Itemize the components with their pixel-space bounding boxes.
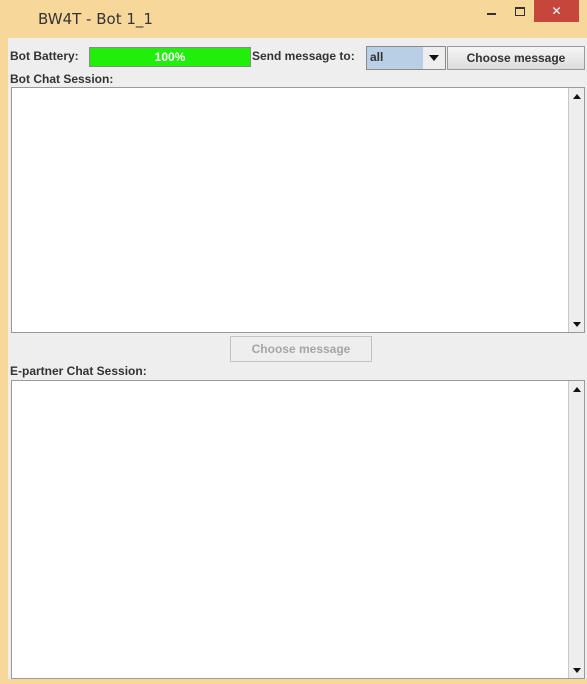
battery-progress-bar: 100% bbox=[89, 47, 251, 67]
scroll-down-button[interactable] bbox=[569, 662, 584, 678]
minimize-button[interactable] bbox=[478, 0, 505, 22]
battery-value: 100% bbox=[154, 50, 186, 64]
close-icon: ✕ bbox=[551, 4, 562, 18]
epartner-chat-textarea[interactable] bbox=[11, 380, 585, 679]
close-button[interactable]: ✕ bbox=[534, 0, 579, 22]
bot-chat-textarea[interactable] bbox=[11, 87, 585, 333]
scroll-up-button[interactable] bbox=[569, 88, 584, 104]
bot-chat-label: Bot Chat Session: bbox=[10, 72, 114, 86]
toolbar: Bot Battery: 100% Send message to: all C… bbox=[8, 43, 587, 70]
scroll-down-button[interactable] bbox=[569, 316, 584, 332]
window-title: BW4T - Bot 1_1 bbox=[38, 10, 153, 28]
maximize-icon bbox=[514, 6, 525, 16]
choose-message-button[interactable]: Choose message bbox=[447, 46, 585, 70]
minimize-icon bbox=[487, 13, 496, 15]
app-window: BW4T - Bot 1_1 ✕ Bot Battery: 100% Send … bbox=[0, 0, 587, 684]
recipient-select[interactable]: all bbox=[366, 46, 446, 70]
scroll-down-icon bbox=[572, 667, 581, 673]
title-bar[interactable]: BW4T - Bot 1_1 ✕ bbox=[0, 0, 587, 38]
battery-label: Bot Battery: bbox=[10, 49, 79, 63]
send-message-label: Send message to: bbox=[252, 49, 355, 63]
bot-chat-scrollbar[interactable] bbox=[568, 88, 584, 332]
scroll-down-icon bbox=[572, 321, 581, 327]
chevron-down-icon bbox=[429, 55, 439, 61]
bot-choose-message-button[interactable]: Choose message bbox=[230, 336, 372, 362]
client-area: Bot Battery: 100% Send message to: all C… bbox=[8, 38, 587, 679]
scroll-up-button[interactable] bbox=[569, 381, 584, 397]
scroll-up-icon bbox=[572, 93, 581, 99]
recipient-selected-value[interactable]: all bbox=[367, 47, 423, 69]
scroll-up-icon bbox=[572, 386, 581, 392]
recipient-dropdown-button[interactable] bbox=[423, 47, 445, 69]
epartner-chat-scrollbar[interactable] bbox=[568, 381, 584, 678]
epartner-chat-label: E-partner Chat Session: bbox=[10, 364, 147, 378]
maximize-button[interactable] bbox=[506, 0, 533, 22]
